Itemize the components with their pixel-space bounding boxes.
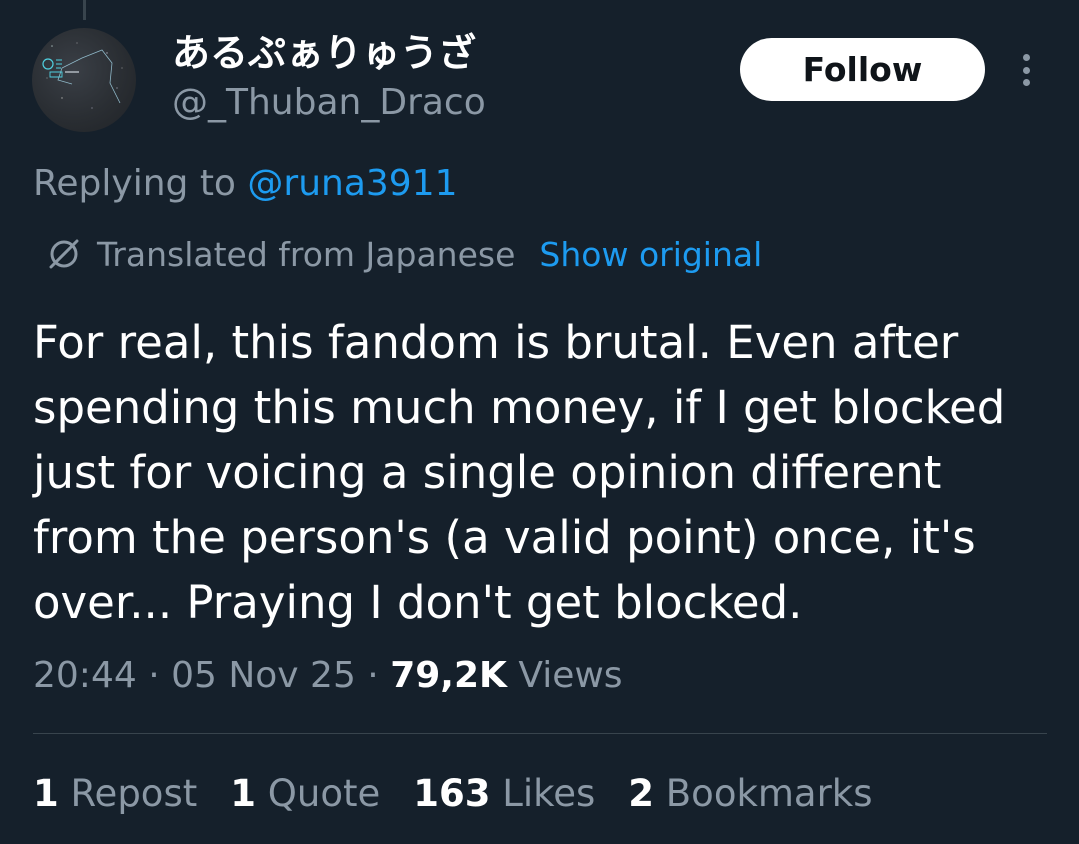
replying-to: Replying to @runa3911 xyxy=(33,160,458,208)
views-count: 79,2K xyxy=(390,655,507,696)
tweet-meta: 20:44 · 05 Nov 25 · 79,2K Views xyxy=(33,655,623,696)
likes-label: Likes xyxy=(502,772,596,815)
views-label: Views xyxy=(518,655,623,696)
divider xyxy=(33,733,1047,734)
avatar[interactable] xyxy=(32,28,136,132)
reposts-label: Repost xyxy=(70,772,198,815)
likes-stat[interactable]: 163 Likes xyxy=(413,770,595,818)
replying-to-label: Replying to xyxy=(33,163,248,204)
thread-connector-line xyxy=(83,0,86,20)
engagement-stats: 1 Repost 1 Quote 163 Likes 2 Bookmarks xyxy=(33,770,906,818)
translate-icon xyxy=(49,239,79,269)
bookmarks-stat[interactable]: 2 Bookmarks xyxy=(628,770,872,818)
author-display-name[interactable]: あるぷぁりゅうざ xyxy=(172,30,476,76)
author-handle[interactable]: @_Thuban_Draco xyxy=(172,80,486,126)
reply-mention-link[interactable]: @runa3911 xyxy=(247,163,457,204)
show-original-link[interactable]: Show original xyxy=(539,235,762,274)
tweet-text: For real, this fandom is brutal. Even af… xyxy=(33,316,1006,629)
reposts-stat[interactable]: 1 Repost xyxy=(33,770,197,818)
quotes-stat[interactable]: 1 Quote xyxy=(230,770,380,818)
quotes-count: 1 xyxy=(230,772,256,815)
follow-button[interactable]: Follow xyxy=(740,38,985,101)
bookmarks-count: 2 xyxy=(628,772,655,815)
tweet-date[interactable]: 05 Nov 25 xyxy=(171,655,356,696)
more-dot xyxy=(1022,54,1030,61)
reposts-count: 1 xyxy=(33,772,59,815)
translated-from-label: Translated from Japanese xyxy=(97,234,516,274)
translation-bar: Translated from Japanese Show original xyxy=(45,230,762,278)
avatar-image xyxy=(42,42,123,109)
more-options-icon[interactable] xyxy=(1008,48,1044,92)
tweet-detail: あるぷぁりゅうざ @_Thuban_Draco Follow Replying … xyxy=(0,0,1079,844)
bookmarks-label: Bookmarks xyxy=(665,772,873,815)
more-dot xyxy=(1022,79,1030,86)
likes-count: 163 xyxy=(413,772,491,815)
tweet-time[interactable]: 20:44 xyxy=(33,655,137,696)
quotes-label: Quote xyxy=(267,772,381,815)
more-dot xyxy=(1022,66,1030,74)
